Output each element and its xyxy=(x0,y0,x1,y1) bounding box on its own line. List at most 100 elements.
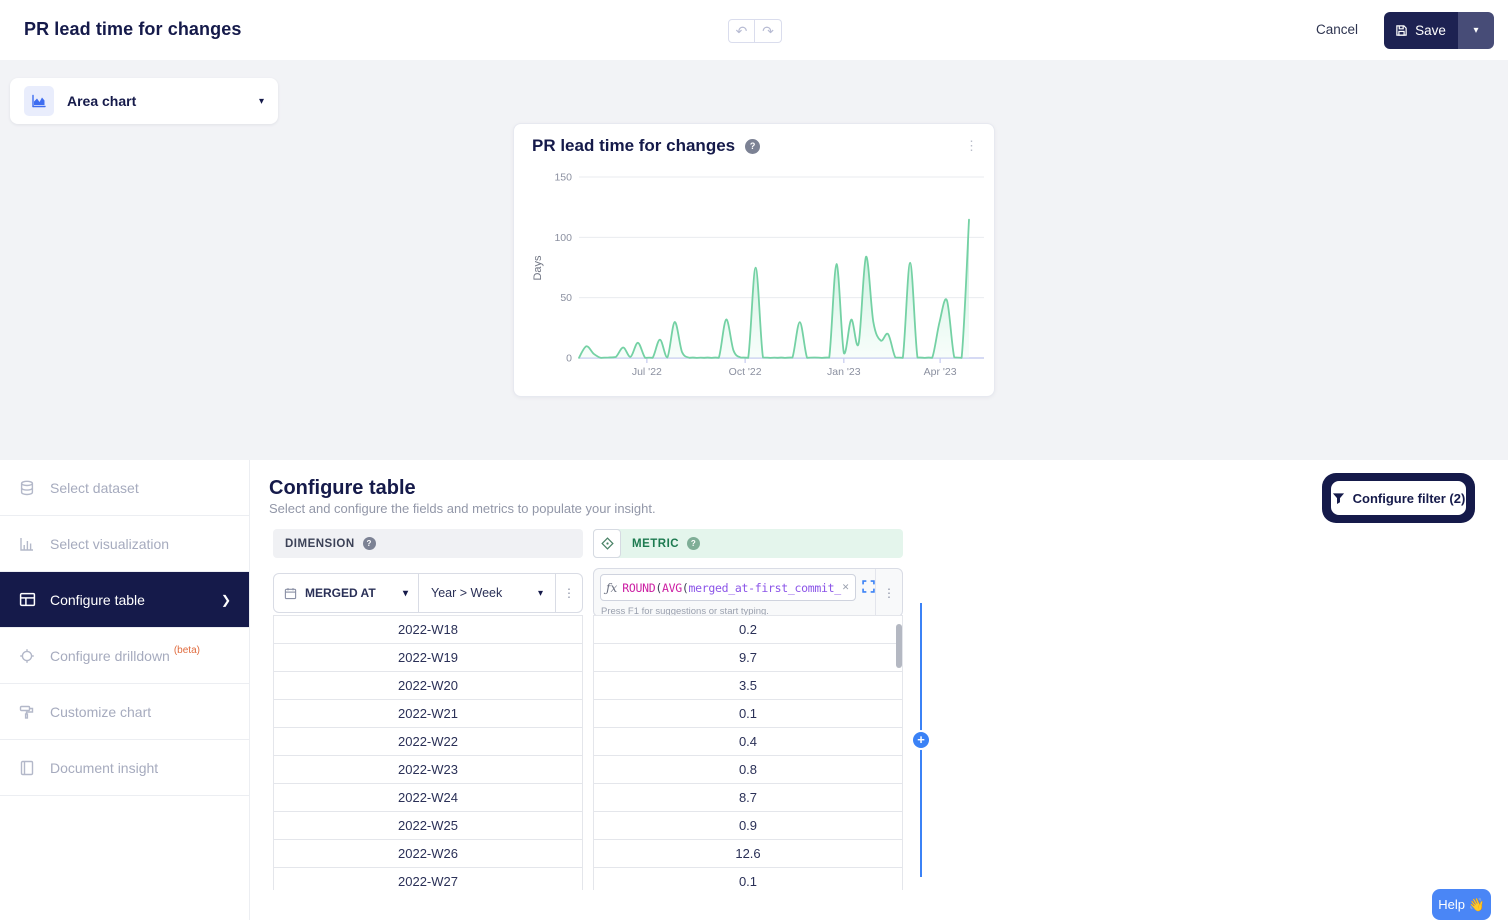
svg-text:Oct '22: Oct '22 xyxy=(729,366,762,378)
metric-formula-text: ROUND(AVG(merged_at-first_commit_ xyxy=(622,581,841,595)
undo-button[interactable]: ↶ xyxy=(728,19,755,43)
chart-title: PR lead time for changes xyxy=(532,136,735,156)
add-metric-button[interactable]: + xyxy=(913,732,929,748)
metric-help-icon[interactable]: ? xyxy=(687,537,700,550)
sidebar-item-select-dataset[interactable]: Select dataset xyxy=(0,460,249,516)
dimension-granularity-select[interactable]: Year > Week ▾ xyxy=(419,573,556,613)
configure-filter-label: Configure filter (2) xyxy=(1353,491,1466,506)
metric-header-label: METRIC xyxy=(632,538,679,550)
dimension-header-bar: DIMENSION ? xyxy=(273,529,583,558)
metric-cell: 0.8 xyxy=(594,756,902,784)
save-button-label: Save xyxy=(1415,23,1446,38)
page-title: PR lead time for changes xyxy=(24,19,241,40)
database-icon xyxy=(18,479,36,497)
preview-table: 2022-W182022-W192022-W202022-W212022-W22… xyxy=(273,615,913,890)
chart-card-header: PR lead time for changes ? ⋮ xyxy=(532,136,984,156)
dimension-field-value: MERGED AT xyxy=(305,586,403,600)
dimension-cell: 2022-W25 xyxy=(274,812,582,840)
sidebar-item-customize-chart[interactable]: Customize chart xyxy=(0,684,249,740)
caret-down-icon: ▾ xyxy=(403,588,408,599)
book-icon xyxy=(18,759,36,777)
chevron-right-icon: ❯ xyxy=(221,593,231,607)
metric-cell: 9.7 xyxy=(594,644,902,672)
metric-cell: 3.5 xyxy=(594,672,902,700)
dimension-cell: 2022-W23 xyxy=(274,756,582,784)
sidebar-item-label: Configure drilldown xyxy=(50,648,170,664)
metric-column: 0.29.73.50.10.40.88.70.912.60.1 xyxy=(593,615,903,890)
dimension-column: 2022-W182022-W192022-W202022-W212022-W22… xyxy=(273,615,583,890)
sidebar-item-document-insight[interactable]: Document insight xyxy=(0,740,249,796)
caret-down-icon: ▾ xyxy=(538,588,543,599)
sidebar-item-label: Configure table xyxy=(50,592,145,608)
save-dropdown-button[interactable]: ▾ xyxy=(1457,12,1494,49)
configure-filter-inner: Configure filter (2) xyxy=(1331,481,1466,515)
metric-cell: 0.4 xyxy=(594,728,902,756)
clear-formula-icon[interactable]: ✕ xyxy=(842,582,850,593)
dimension-cell: 2022-W19 xyxy=(274,644,582,672)
metric-diamond-icon xyxy=(593,529,621,558)
metric-cell: 8.7 xyxy=(594,784,902,812)
sidebar-item-select-visualization[interactable]: Select visualization xyxy=(0,516,249,572)
sidebar-item-label: Select visualization xyxy=(50,536,169,552)
metric-formula-input[interactable]: ƒx ROUND(AVG(merged_at-first_commit_ ✕ xyxy=(600,574,856,601)
chart-kebab-menu-button[interactable]: ⋮ xyxy=(959,138,984,154)
x-axis: Jul '22Oct '22Jan '23Apr '23 xyxy=(632,358,957,378)
area-series xyxy=(579,220,969,358)
metric-column-scrollbar[interactable] xyxy=(896,624,902,668)
beta-badge: (beta) xyxy=(174,645,200,656)
metric-kebab-menu-button[interactable]: ⋮ xyxy=(875,569,902,616)
dimension-cell: 2022-W18 xyxy=(274,616,582,644)
svg-text:50: 50 xyxy=(560,292,572,304)
svg-text:150: 150 xyxy=(554,172,572,184)
expand-formula-icon[interactable] xyxy=(862,580,875,593)
save-button-group: Save ▾ xyxy=(1384,12,1494,49)
config-heading: Configure table xyxy=(269,477,416,500)
sidebar: Select dataset Select visualization Conf… xyxy=(0,460,250,920)
history-group: ↶ ↷ xyxy=(728,19,782,43)
dimension-help-icon[interactable]: ? xyxy=(363,537,376,550)
chart-help-icon[interactable]: ? xyxy=(745,139,760,154)
topbar: PR lead time for changes ↶ ↷ Cancel Save… xyxy=(0,0,1508,60)
dimension-cell: 2022-W20 xyxy=(274,672,582,700)
svg-text:100: 100 xyxy=(554,232,572,244)
redo-icon: ↷ xyxy=(762,23,774,39)
calendar-icon xyxy=(284,587,297,600)
sidebar-item-configure-table[interactable]: Configure table ❯ xyxy=(0,572,249,628)
dimension-cell: 2022-W24 xyxy=(274,784,582,812)
paint-roller-icon xyxy=(18,703,36,721)
filter-funnel-icon xyxy=(1332,492,1345,505)
dimension-cell: 2022-W26 xyxy=(274,840,582,868)
sidebar-item-configure-drilldown[interactable]: Configure drilldown (beta) xyxy=(0,628,249,684)
svg-text:Jul '22: Jul '22 xyxy=(632,366,662,378)
dimension-header-label: DIMENSION xyxy=(285,538,355,550)
svg-text:0: 0 xyxy=(566,353,572,365)
dimension-field-select[interactable]: MERGED AT ▾ xyxy=(273,573,419,613)
fx-icon: ƒx xyxy=(606,581,617,595)
configure-filter-button[interactable]: Configure filter (2) xyxy=(1322,473,1475,523)
area-chart-icon xyxy=(24,86,54,116)
bar-chart-icon xyxy=(18,535,36,553)
metric-cell: 0.1 xyxy=(594,700,902,728)
cancel-button[interactable]: Cancel xyxy=(1316,22,1358,37)
caret-down-icon: ▾ xyxy=(1473,25,1478,36)
sidebar-item-label: Customize chart xyxy=(50,704,151,720)
redo-button[interactable]: ↷ xyxy=(755,19,782,43)
chart-card: PR lead time for changes ? ⋮ 0 50 100 150 Da… xyxy=(513,123,995,397)
svg-text:Jan '23: Jan '23 xyxy=(827,366,861,378)
dimension-cell: 2022-W27 xyxy=(274,868,582,890)
app-root: PR lead time for changes ↶ ↷ Cancel Save… xyxy=(0,0,1508,920)
metric-cell: 0.9 xyxy=(594,812,902,840)
sidebar-item-label: Document insight xyxy=(50,760,158,776)
chart-type-label: Area chart xyxy=(67,93,259,109)
metric-controls: ƒx ROUND(AVG(merged_at-first_commit_ ✕ ⋮… xyxy=(593,568,903,617)
metric-cell: 0.1 xyxy=(594,868,902,890)
dimension-granularity-value: Year > Week xyxy=(431,586,538,600)
dimension-cell: 2022-W21 xyxy=(274,700,582,728)
save-button[interactable]: Save xyxy=(1384,12,1457,49)
dimension-cell: 2022-W22 xyxy=(274,728,582,756)
svg-text:Days: Days xyxy=(532,255,544,281)
configure-panel: Select dataset Select visualization Conf… xyxy=(0,460,1508,920)
dimension-kebab-menu-button[interactable]: ⋮ xyxy=(556,573,583,613)
chart-type-selector[interactable]: Area chart ▾ xyxy=(10,78,278,124)
help-button[interactable]: Help 👋 xyxy=(1432,889,1491,920)
